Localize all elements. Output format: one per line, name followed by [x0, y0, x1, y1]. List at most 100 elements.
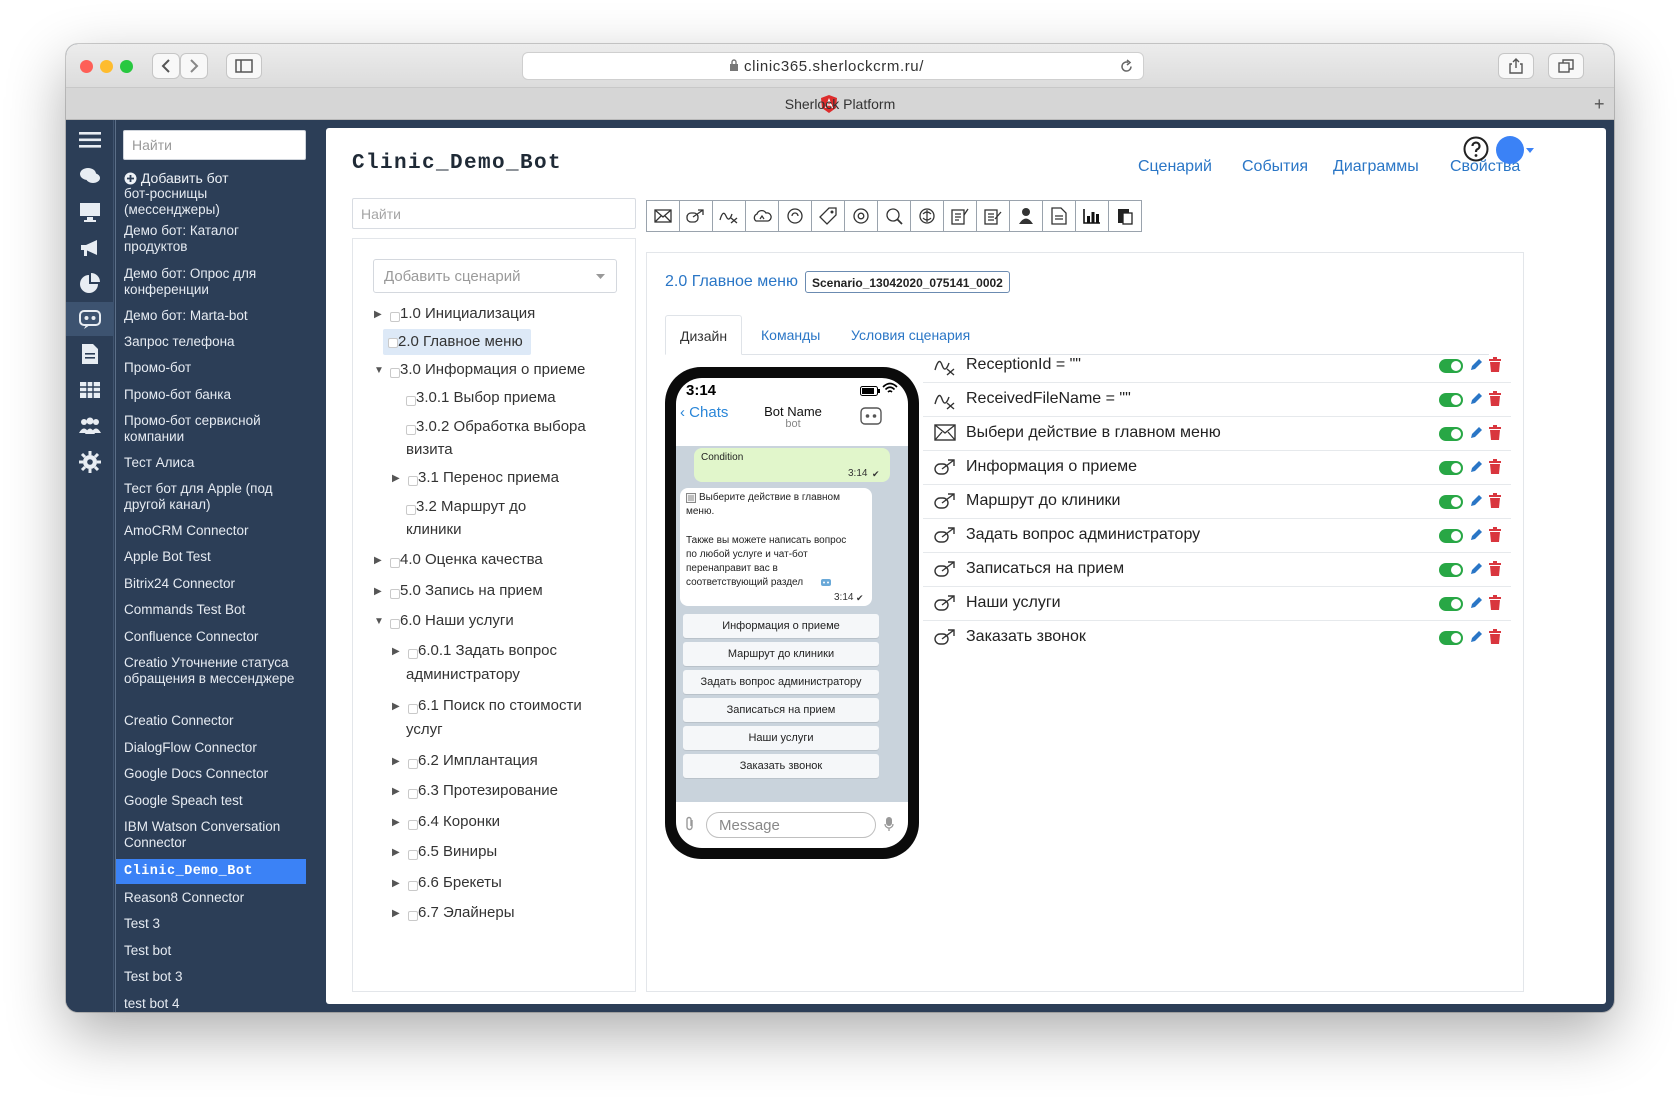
bot-list-item[interactable]: Google Docs Connector — [124, 766, 306, 782]
bot-list-item[interactable]: Creatio Connector — [124, 713, 306, 729]
expand-icon[interactable]: ▶ — [392, 817, 400, 828]
quick-reply-button[interactable]: Задать вопрос администратору — [683, 670, 879, 694]
expand-icon[interactable]: ▶ — [392, 786, 400, 797]
edit-icon[interactable] — [1468, 595, 1484, 611]
add-variable-tool[interactable] — [712, 200, 746, 232]
add-cloud-tool[interactable] — [745, 200, 779, 232]
tree-checkbox[interactable] — [390, 619, 400, 629]
bot-list-item[interactable]: Commands Test Bot — [124, 602, 306, 618]
tree-node[interactable]: 6.5 Виниры — [418, 840, 497, 864]
reload-icon[interactable] — [1119, 59, 1134, 74]
add-ai-tool[interactable] — [910, 200, 944, 232]
tree-node[interactable]: 6.2 Имплантация — [418, 749, 538, 773]
edit-icon[interactable] — [1468, 629, 1484, 645]
delete-icon[interactable] — [1488, 459, 1502, 475]
expand-icon[interactable]: ▶ — [374, 309, 382, 320]
expand-icon[interactable]: ▶ — [392, 756, 400, 767]
bot-list-item[interactable]: Запрос телефона — [124, 334, 306, 350]
bot-list-item[interactable]: Test bot — [124, 943, 306, 959]
bot-list-item[interactable]: Bitrix24 Connector — [124, 576, 306, 592]
bot-search-input[interactable]: Найти — [123, 130, 306, 160]
expand-icon[interactable]: ▶ — [392, 646, 400, 657]
command-row[interactable]: Записаться на прием — [923, 553, 1511, 587]
scenario-search-input[interactable]: Найти — [352, 198, 636, 229]
tree-node[interactable]: 6.0.1 Задать вопрос — [418, 639, 557, 663]
tree-checkbox[interactable] — [408, 759, 418, 769]
add-user-tool[interactable] — [1009, 200, 1043, 232]
tree-node[interactable]: 3.0.1 Выбор приема — [416, 386, 556, 410]
bot-list-item[interactable]: Промо-бот — [124, 360, 306, 376]
tree-node[interactable]: 6.6 Брекеты — [418, 871, 502, 895]
paperclip-icon[interactable] — [684, 816, 696, 832]
edit-icon[interactable] — [1468, 527, 1484, 543]
command-toggle[interactable] — [1439, 597, 1463, 611]
add-bot-button[interactable]: Добавить бот — [124, 170, 229, 186]
bot-list-item[interactable]: Creatio Уточнение статуса обращения в ме… — [124, 655, 306, 687]
collapse-icon[interactable]: ▼ — [374, 365, 384, 376]
edit-icon[interactable] — [1468, 425, 1484, 441]
avatar[interactable] — [1496, 136, 1524, 164]
tree-node[interactable]: 6.7 Элайнеры — [418, 901, 515, 925]
chats-back-link[interactable]: ‹ Chats — [680, 404, 728, 421]
tree-node[interactable]: 3.2 Маршрут до — [416, 495, 526, 519]
add-search-tool[interactable] — [877, 200, 911, 232]
command-row[interactable]: Выбери действие в главном меню — [923, 417, 1511, 451]
edit-icon[interactable] — [1468, 459, 1484, 475]
add-message-tool[interactable] — [646, 200, 680, 232]
table-icon[interactable] — [78, 378, 102, 402]
minimize-window-button[interactable] — [100, 60, 113, 73]
back-button[interactable] — [152, 53, 180, 79]
command-toggle[interactable] — [1439, 461, 1463, 475]
chevron-down-icon[interactable] — [1526, 148, 1534, 154]
delete-icon[interactable] — [1488, 493, 1502, 509]
bot-list-item[interactable]: Демо бот: Каталог продуктов — [124, 223, 306, 255]
pie-chart-icon[interactable] — [78, 272, 102, 296]
quick-reply-button[interactable]: Заказать звонок — [683, 754, 879, 778]
bot-list-item[interactable]: Test bot 3 — [124, 969, 306, 985]
bot-list-item[interactable]: Apple Bot Test — [124, 549, 306, 565]
bot-list-item[interactable]: Test 3 — [124, 916, 306, 932]
collapse-icon[interactable]: ▼ — [374, 616, 384, 627]
bot-list-item[interactable]: Промо-бот сервисной компании — [124, 413, 306, 445]
expand-icon[interactable]: ▶ — [392, 473, 400, 484]
close-window-button[interactable] — [80, 60, 93, 73]
nav-link-events[interactable]: События — [1242, 158, 1308, 176]
expand-icon[interactable]: ▶ — [392, 847, 400, 858]
zoom-window-button[interactable] — [120, 60, 133, 73]
bot-list-item[interactable]: AmoCRM Connector — [124, 523, 306, 539]
address-bar[interactable]: clinic365.sherlockcrm.ru/ — [522, 52, 1144, 80]
tree-node[interactable]: 4.0 Оценка качества — [400, 548, 543, 572]
add-redirect-tool[interactable] — [679, 200, 713, 232]
tree-checkbox[interactable] — [390, 312, 400, 322]
tree-node[interactable]: 6.0 Наши услуги — [400, 609, 514, 633]
command-row[interactable]: Маршрут до клиники — [923, 485, 1511, 519]
add-document-tool[interactable] — [1042, 200, 1076, 232]
delete-icon[interactable] — [1488, 527, 1502, 543]
bot-list-item[interactable]: бот-роснищы (мессенджеры) — [124, 186, 306, 218]
tabs-overview-button[interactable] — [1548, 53, 1584, 79]
command-toggle[interactable] — [1439, 529, 1463, 543]
tree-node-cont[interactable]: клиники — [406, 518, 461, 542]
bot-icon[interactable] — [78, 307, 102, 331]
delete-icon[interactable] — [1488, 629, 1502, 645]
nav-link-diagrams[interactable]: Диаграммы — [1333, 158, 1419, 176]
bot-list-item[interactable]: Демо бот: Опрос для конференции — [124, 266, 306, 298]
paste-tool[interactable] — [1108, 200, 1142, 232]
tree-node[interactable]: 6.3 Протезирование — [418, 779, 558, 803]
tree-checkbox[interactable] — [390, 558, 400, 568]
bot-list-item[interactable]: Clinic_Demo_Bot — [124, 864, 306, 880]
command-toggle[interactable] — [1439, 631, 1463, 645]
add-form-tool[interactable] — [943, 200, 977, 232]
tab-commands[interactable]: Команды — [747, 315, 834, 355]
expand-icon[interactable]: ▶ — [374, 555, 382, 566]
bot-list-item[interactable]: Тест Алиса — [124, 455, 306, 471]
add-scenario-dropdown[interactable]: Добавить сценарий — [373, 259, 617, 293]
tree-checkbox[interactable] — [406, 425, 416, 435]
delete-icon[interactable] — [1488, 357, 1502, 373]
tree-node[interactable]: 5.0 Запись на прием — [400, 579, 543, 603]
delete-icon[interactable] — [1488, 425, 1502, 441]
tree-checkbox[interactable] — [408, 476, 418, 486]
quick-reply-button[interactable]: Записаться на прием — [683, 698, 879, 722]
bot-list-item[interactable]: test bot 4 — [124, 996, 306, 1012]
menu-icon[interactable] — [78, 128, 102, 152]
